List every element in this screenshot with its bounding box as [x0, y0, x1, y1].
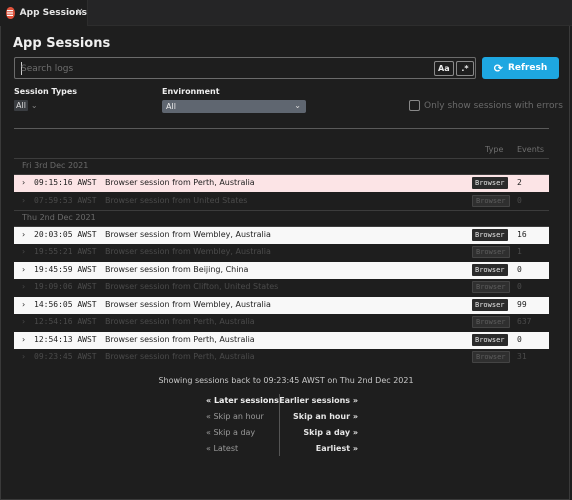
session-description: Browser session from Beijing, China: [105, 265, 249, 274]
column-header-type: Type: [485, 145, 504, 154]
session-time: 14:56:05 AWST: [34, 300, 97, 309]
refresh-label: Refresh: [507, 63, 548, 73]
session-description: Browser session from Perth, Australia: [105, 317, 255, 326]
regex-button[interactable]: .*: [456, 61, 474, 76]
skip-hour-fwd-button[interactable]: Skip an hour »: [293, 412, 358, 421]
chevron-right-icon: ›: [22, 265, 26, 274]
session-type-badge: Browser: [472, 299, 508, 311]
match-case-button[interactable]: Aa: [434, 61, 454, 76]
session-type-badge: Browser: [472, 177, 508, 189]
session-row[interactable]: › 09:15:16 AWST Browser session from Per…: [14, 175, 549, 192]
session-row[interactable]: › 14:56:05 AWST Browser session from Wem…: [14, 297, 549, 314]
chevron-right-icon: ›: [22, 352, 26, 361]
session-row[interactable]: › 20:03:05 AWST Browser session from Wem…: [14, 227, 549, 244]
refresh-icon: ⟳: [493, 61, 503, 75]
session-event-count: 0: [517, 335, 522, 344]
date-heading: Thu 2nd Dec 2021: [22, 213, 96, 222]
session-row[interactable]: › 07:59:53 AWST Browser session from Uni…: [14, 193, 549, 210]
session-row[interactable]: › 12:54:16 AWST Browser session from Per…: [14, 314, 549, 331]
session-type-badge: Browser: [472, 351, 510, 363]
divider: [14, 158, 549, 159]
session-time: 07:59:53 AWST: [34, 196, 97, 205]
session-type-badge: Browser: [472, 316, 510, 328]
session-row[interactable]: › 09:23:45 AWST Browser session from Per…: [14, 349, 549, 366]
errors-only-toggle[interactable]: Only show sessions with errors: [409, 100, 563, 111]
session-time: 19:09:06 AWST: [34, 282, 97, 291]
session-time: 09:23:45 AWST: [34, 352, 97, 361]
session-row[interactable]: › 19:55:21 AWST Browser session from Wem…: [14, 244, 549, 261]
column-header-events: Events: [517, 145, 545, 154]
session-description: Browser session from Perth, Australia: [105, 335, 255, 344]
session-types-value: All: [14, 100, 28, 111]
environment-select[interactable]: All ⌄: [162, 100, 306, 113]
session-event-count: 0: [517, 282, 522, 291]
session-type-badge: Browser: [472, 281, 510, 293]
chevron-down-icon: ⌄: [30, 101, 38, 110]
session-description: Browser session from Wembley, Australia: [105, 300, 271, 309]
chevron-right-icon: ›: [22, 247, 26, 256]
earliest-button[interactable]: Earliest »: [316, 444, 358, 453]
session-time: 09:15:16 AWST: [34, 178, 97, 187]
session-description: Browser session from Wembley, Australia: [105, 247, 271, 256]
chevron-right-icon: ›: [22, 178, 26, 187]
session-types-select[interactable]: All ⌄: [14, 100, 38, 111]
search-input[interactable]: [21, 61, 421, 76]
session-type-badge: Browser: [472, 195, 510, 207]
session-description: Browser session from Perth, Australia: [105, 178, 255, 187]
session-type-badge: Browser: [472, 246, 510, 258]
close-icon[interactable]: ×: [76, 7, 84, 17]
date-heading: Fri 3rd Dec 2021: [22, 161, 89, 170]
session-event-count: 99: [517, 300, 527, 309]
session-description: Browser session from Perth, Australia: [105, 352, 255, 361]
environment-value: All: [166, 102, 176, 111]
session-time: 19:45:59 AWST: [34, 265, 97, 274]
session-time: 19:55:21 AWST: [34, 247, 97, 256]
session-type-badge: Browser: [472, 229, 508, 241]
skip-day-back-button[interactable]: « Skip a day: [206, 428, 255, 437]
session-description: Browser session from Wembley, Australia: [105, 230, 271, 239]
errors-only-checkbox[interactable]: [409, 100, 420, 111]
environment-label: Environment: [162, 87, 220, 96]
session-row[interactable]: › 19:45:59 AWST Browser session from Bei…: [14, 262, 549, 279]
skip-day-fwd-button[interactable]: Skip a day »: [303, 428, 358, 437]
session-types-label: Session Types: [14, 87, 78, 96]
page-title: App Sessions: [13, 36, 111, 51]
session-type-badge: Browser: [472, 334, 508, 346]
chevron-right-icon: ›: [22, 300, 26, 309]
latest-button[interactable]: « Latest: [206, 444, 238, 453]
session-time: 12:54:13 AWST: [34, 335, 97, 344]
session-event-count: 16: [517, 230, 527, 239]
chevron-right-icon: ›: [22, 335, 26, 344]
skip-hour-back-button[interactable]: « Skip an hour: [206, 412, 264, 421]
later-sessions-button[interactable]: « Later sessions: [206, 396, 279, 405]
status-text: Showing sessions back to 09:23:45 AWST o…: [158, 376, 414, 385]
app-sessions-icon: [6, 7, 15, 19]
session-row[interactable]: › 19:09:06 AWST Browser session from Cli…: [14, 279, 549, 296]
session-event-count: 31: [517, 352, 527, 361]
earlier-sessions-button[interactable]: Earlier sessions »: [279, 396, 358, 405]
chevron-right-icon: ›: [22, 230, 26, 239]
chevron-down-icon: ⌄: [294, 101, 301, 110]
session-description: Browser session from Clifton, United Sta…: [105, 282, 279, 291]
session-event-count: 637: [517, 317, 532, 326]
divider: [14, 210, 549, 211]
tab-app-sessions[interactable]: App Sessions: [0, 0, 88, 26]
session-time: 20:03:05 AWST: [34, 230, 97, 239]
tab-bar: App Sessions ×: [0, 0, 572, 26]
session-time: 12:54:16 AWST: [34, 317, 97, 326]
divider: [14, 128, 549, 129]
session-event-count: 0: [517, 265, 522, 274]
session-event-count: 2: [517, 178, 522, 187]
errors-only-label: Only show sessions with errors: [424, 100, 563, 111]
session-description: Browser session from United States: [105, 196, 248, 205]
session-event-count: 1: [517, 247, 522, 256]
session-event-count: 0: [517, 196, 522, 205]
session-row[interactable]: › 12:54:13 AWST Browser session from Per…: [14, 332, 549, 349]
chevron-right-icon: ›: [22, 317, 26, 326]
session-type-badge: Browser: [472, 264, 508, 276]
chevron-right-icon: ›: [22, 282, 26, 291]
chevron-right-icon: ›: [22, 196, 26, 205]
search-box: Aa .*: [14, 57, 476, 79]
refresh-button[interactable]: ⟳ Refresh: [482, 57, 559, 79]
